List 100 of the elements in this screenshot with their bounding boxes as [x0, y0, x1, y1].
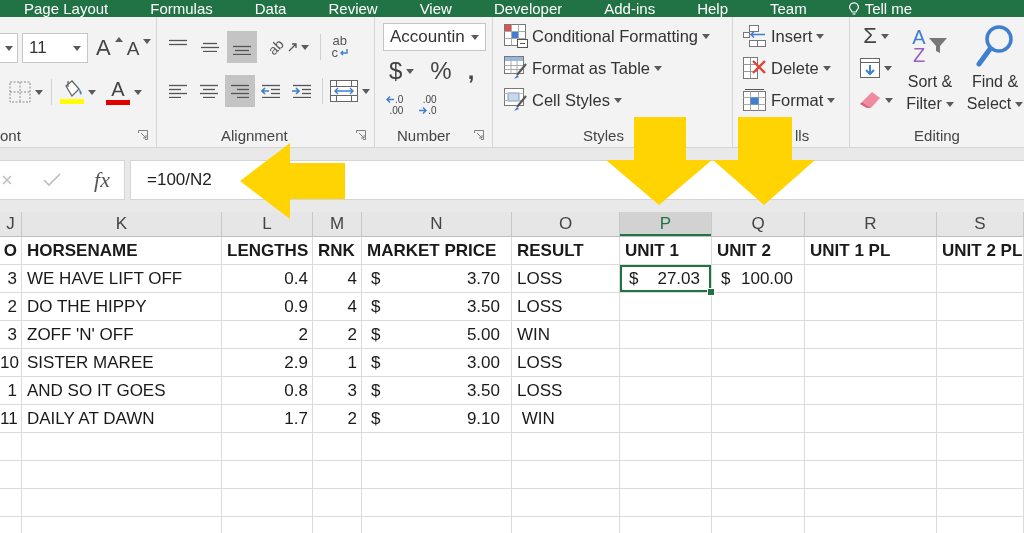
empty-cell[interactable] [22, 461, 222, 489]
empty-cell[interactable] [805, 349, 937, 377]
corner-arrow-icon[interactable] [474, 130, 484, 140]
table-cell[interactable]: WE HAVE LIFT OFF [22, 265, 222, 293]
cells-menu-button[interactable]: Insert [741, 21, 827, 51]
empty-cell[interactable] [712, 349, 805, 377]
table-cell[interactable]: AND SO IT GOES [22, 377, 222, 405]
empty-cell[interactable] [222, 433, 313, 461]
ribbon-tab[interactable]: Review [326, 0, 380, 17]
grow-font-button[interactable]: A [94, 33, 125, 63]
empty-cell[interactable] [805, 405, 937, 433]
empty-cell[interactable] [712, 461, 805, 489]
check-icon[interactable] [43, 173, 62, 187]
ribbon-tab[interactable]: Help [695, 0, 730, 17]
table-cell[interactable]: $ 3.70 [362, 265, 512, 293]
table-cell[interactable]: 2 [313, 321, 362, 349]
ribbon-tab[interactable]: Add-ins [602, 0, 658, 17]
table-cell[interactable]: 2.9 [222, 349, 313, 377]
empty-cell[interactable] [512, 489, 620, 517]
align-right-button[interactable] [225, 75, 255, 107]
styles-menu-button[interactable]: Conditional Formatting [502, 21, 712, 51]
empty-cell[interactable] [222, 489, 313, 517]
empty-cell[interactable] [620, 489, 712, 517]
empty-cell[interactable] [362, 433, 512, 461]
ribbon-tab[interactable]: Page Layout [22, 0, 111, 17]
table-cell[interactable]: UNIT 1 [620, 237, 712, 265]
empty-cell[interactable] [805, 433, 937, 461]
table-cell[interactable]: 3 [313, 377, 362, 405]
font-size-field[interactable]: 11 [22, 33, 88, 63]
empty-cell[interactable] [805, 321, 937, 349]
table-cell[interactable]: 2 [313, 405, 362, 433]
empty-cell[interactable] [937, 433, 1024, 461]
column-header[interactable]: S [937, 212, 1024, 237]
number-format-field[interactable]: Accountin [383, 23, 486, 51]
styles-menu-button[interactable]: Cell Styles [502, 85, 624, 115]
column-header[interactable]: N [362, 212, 512, 237]
insert-function-button[interactable]: fx [92, 167, 112, 193]
table-cell[interactable]: RNK [313, 237, 362, 265]
table-cell[interactable]: $ 100.00 [712, 265, 805, 293]
table-cell[interactable]: 1 [313, 349, 362, 377]
ribbon-tab[interactable]: Developer [491, 0, 565, 17]
table-cell[interactable]: WIN [512, 321, 620, 349]
styles-menu-button[interactable]: Format as Table [502, 53, 664, 83]
column-header[interactable]: M [313, 212, 362, 237]
table-cell[interactable]: $ 27.03 [620, 265, 712, 293]
empty-cell[interactable] [313, 461, 362, 489]
empty-cell[interactable] [620, 349, 712, 377]
table-cell[interactable]: 2 [0, 293, 22, 321]
empty-cell[interactable] [937, 377, 1024, 405]
table-cell[interactable]: 0.9 [222, 293, 313, 321]
table-cell[interactable]: DO THE HIPPY [22, 293, 222, 321]
empty-cell[interactable] [620, 405, 712, 433]
table-cell[interactable]: WIN [512, 405, 620, 433]
empty-cell[interactable] [222, 461, 313, 489]
autosum-button[interactable]: Σ [856, 21, 896, 51]
empty-cell[interactable] [620, 293, 712, 321]
ribbon-tab[interactable]: Formulas [148, 0, 215, 17]
empty-cell[interactable] [313, 489, 362, 517]
table-cell[interactable]: 0.4 [222, 265, 313, 293]
empty-cell[interactable] [0, 461, 22, 489]
empty-cell[interactable] [620, 461, 712, 489]
table-cell[interactable]: 0.8 [222, 377, 313, 405]
find-select-button[interactable]: Find & Select [964, 21, 1024, 115]
empty-cell[interactable] [22, 433, 222, 461]
empty-cell[interactable] [712, 293, 805, 321]
table-cell[interactable]: 3 [0, 265, 22, 293]
comma-button[interactable]: , [465, 56, 477, 86]
increase-decimal-button[interactable]: .0 .00 [383, 92, 407, 118]
font-color-button[interactable]: A [103, 77, 145, 107]
table-cell[interactable]: LOSS [512, 293, 620, 321]
table-cell[interactable]: 1 [0, 377, 22, 405]
empty-cell[interactable] [712, 321, 805, 349]
empty-cell[interactable] [937, 405, 1024, 433]
column-header[interactable]: Q [712, 212, 805, 237]
table-cell[interactable]: RESULT [512, 237, 620, 265]
column-header[interactable]: P [620, 212, 712, 237]
align-bottom-button[interactable] [227, 31, 257, 63]
empty-cell[interactable] [620, 321, 712, 349]
empty-cell[interactable] [620, 433, 712, 461]
table-cell[interactable]: DAILY AT DAWN [22, 405, 222, 433]
table-cell[interactable]: O [0, 237, 22, 265]
decrease-decimal-button[interactable]: .00 .0 [416, 92, 440, 118]
table-cell[interactable]: 4 [313, 265, 362, 293]
empty-cell[interactable] [22, 489, 222, 517]
empty-cell[interactable] [712, 489, 805, 517]
table-cell[interactable]: HORSENAME [22, 237, 222, 265]
empty-cell[interactable] [937, 489, 1024, 517]
table-cell[interactable]: 2 [222, 321, 313, 349]
empty-cell[interactable] [512, 433, 620, 461]
empty-cell[interactable] [620, 377, 712, 405]
empty-cell[interactable] [362, 489, 512, 517]
table-cell[interactable]: $ 9.10 [362, 405, 512, 433]
column-header[interactable]: K [22, 212, 222, 237]
table-cell[interactable]: LOSS [512, 265, 620, 293]
orientation-button[interactable]: ab [265, 32, 312, 62]
empty-cell[interactable] [712, 377, 805, 405]
empty-cell[interactable] [937, 321, 1024, 349]
table-cell[interactable]: LOSS [512, 349, 620, 377]
empty-cell[interactable] [937, 349, 1024, 377]
corner-arrow-icon[interactable] [356, 130, 366, 140]
